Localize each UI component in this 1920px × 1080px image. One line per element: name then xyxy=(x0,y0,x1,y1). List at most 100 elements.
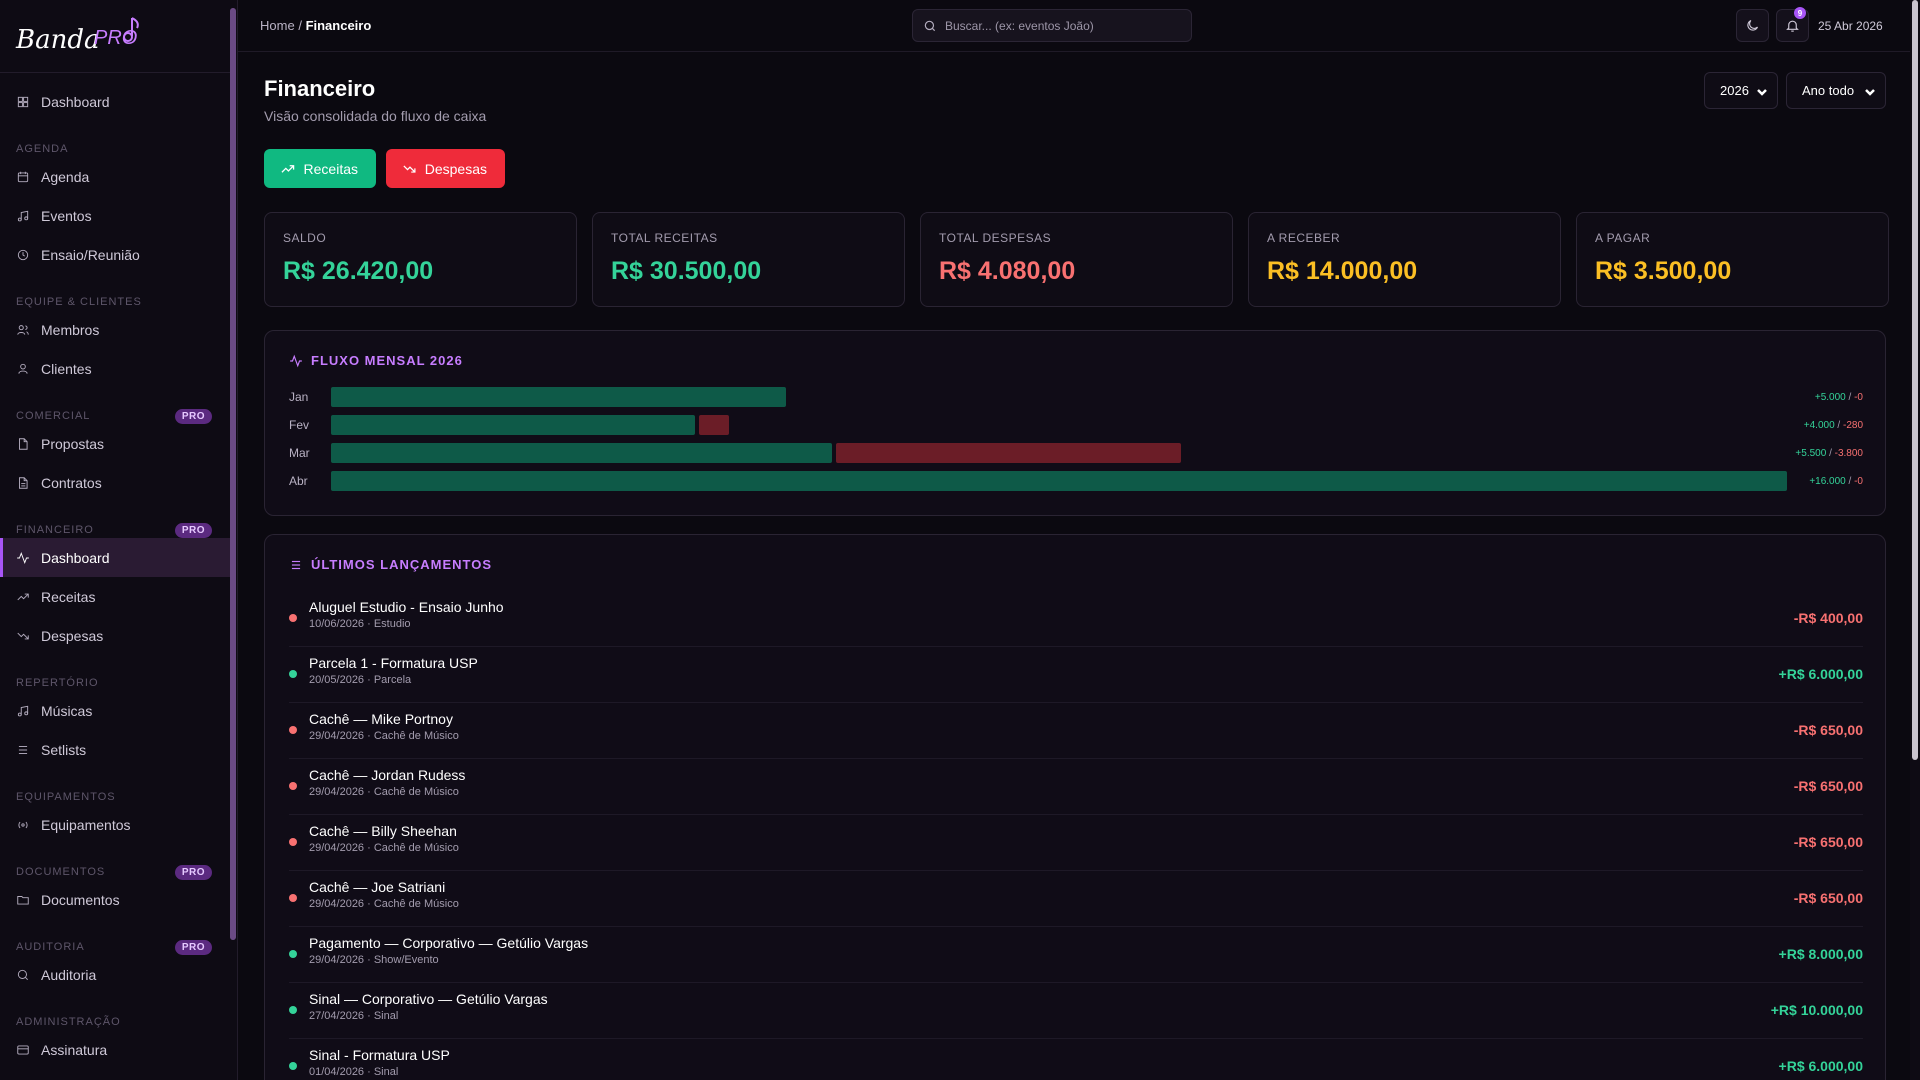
transaction-row[interactable]: Cachê — Billy Sheehan 29/04/2026 · Cachê … xyxy=(289,815,1863,871)
flow-income-value: +5.000 xyxy=(1814,392,1846,403)
card-label: A PAGAR xyxy=(1595,231,1651,245)
folder-icon xyxy=(16,893,30,907)
status-dot xyxy=(289,1006,297,1014)
transaction-amount: -R$ 650,00 xyxy=(1793,834,1863,850)
receitas-button[interactable]: Receitas xyxy=(264,149,376,188)
sidebar-item-setlists[interactable]: Setlists xyxy=(0,730,230,769)
sidebar-item-agenda[interactable]: Agenda xyxy=(0,157,230,196)
sidebar-item-equipamentos[interactable]: Equipamentos xyxy=(0,805,230,844)
sidebar-item-eventos[interactable]: Eventos xyxy=(0,196,230,235)
nav-section-label: DOCUMENTOS xyxy=(16,866,106,878)
flow-expense-value: -0 xyxy=(1854,392,1863,403)
sidebar-item-despesas[interactable]: Despesas xyxy=(0,616,230,655)
nav-section-equipe-clientes: EQUIPE & CLIENTES xyxy=(0,274,230,310)
transaction-description: Cachê — Mike Portnoy xyxy=(309,711,453,727)
transaction-row[interactable]: Pagamento — Corporativo — Getúlio Vargas… xyxy=(289,927,1863,983)
sidebar-item-label: Agenda xyxy=(41,168,90,185)
flow-values: +5.000 / -0 xyxy=(1815,392,1863,403)
sidebar-scrollbar[interactable] xyxy=(230,8,236,940)
sidebar-item-assinatura[interactable]: Assinatura xyxy=(0,1030,230,1069)
status-dot xyxy=(289,782,297,790)
sidebar-item-auditoria[interactable]: Auditoria xyxy=(0,955,230,994)
transaction-row[interactable]: Aluguel Estudio - Ensaio Junho 10/06/2026… xyxy=(289,591,1863,647)
nav-section-administracao: ADMINISTRAÇÃO xyxy=(0,994,230,1030)
sidebar-item-dashboard[interactable]: Dashboard xyxy=(0,82,230,121)
trending-down-icon xyxy=(16,629,30,643)
transaction-amount: -R$ 650,00 xyxy=(1793,890,1863,906)
search-input[interactable] xyxy=(945,18,1165,33)
status-dot xyxy=(289,670,297,678)
flow-expense-value: -3.800 xyxy=(1834,448,1863,459)
nav-section-label: REPERTÓRIO xyxy=(16,677,99,689)
sidebar-item-receitas[interactable]: Receitas xyxy=(0,577,230,616)
sidebar-item-label: Assinatura xyxy=(41,1041,108,1058)
users-icon xyxy=(16,323,30,337)
transaction-row[interactable]: Sinal — Corporativo — Getúlio Vargas 27/0… xyxy=(289,983,1863,1039)
transaction-row[interactable]: Cachê — Jordan Rudess 29/04/2026 · Cachê … xyxy=(289,759,1863,815)
transaction-row[interactable]: Cachê — Joe Satriani 29/04/2026 · Cachê d… xyxy=(289,871,1863,927)
search-box[interactable] xyxy=(912,9,1192,42)
transaction-meta: 27/04/2026 · Sinal xyxy=(309,1010,399,1022)
transaction-amount: -R$ 650,00 xyxy=(1793,722,1863,738)
transaction-amount: +R$ 8.000,00 xyxy=(1778,946,1863,962)
despesas-button[interactable]: Despesas xyxy=(386,149,505,188)
status-dot xyxy=(289,1062,297,1070)
flow-bar-expense xyxy=(835,443,1182,463)
page-scrollbar[interactable] xyxy=(1910,0,1920,1080)
sidebar-item-label: Documentos xyxy=(41,891,120,908)
sidebar-item-label: Receitas xyxy=(41,588,96,605)
transaction-description: Cachê — Joe Satriani xyxy=(309,879,446,895)
card-label: SALDO xyxy=(283,231,327,245)
notifications-button[interactable]: 9 xyxy=(1776,7,1809,42)
nav-section-label: AUDITORIA xyxy=(16,941,85,953)
status-dot xyxy=(289,894,297,902)
sidebar-scrollbar-thumb[interactable] xyxy=(230,8,236,940)
period-select[interactable]: Ano todo xyxy=(1786,72,1886,109)
page-scrollbar-thumb[interactable] xyxy=(1912,0,1918,760)
list-icon xyxy=(291,560,301,569)
flow-month-label: Mar xyxy=(289,446,310,460)
transaction-row[interactable]: Cachê — Mike Portnoy 29/04/2026 · Cachê d… xyxy=(289,703,1863,759)
activity-icon xyxy=(290,354,302,367)
flow-separator: / xyxy=(1826,448,1835,459)
transaction-row[interactable]: Sinal - Formatura USP 01/04/2026 · Sinal +… xyxy=(289,1039,1863,1080)
sidebar-item-dashboard[interactable]: Dashboard xyxy=(0,538,230,577)
sidebar-item-musicas[interactable]: Músicas xyxy=(0,691,230,730)
flow-bar-expense xyxy=(699,415,729,435)
breadcrumb-home[interactable]: Home xyxy=(260,18,295,33)
card-value: R$ 3.500,00 xyxy=(1595,257,1732,285)
card-label: TOTAL DESPESAS xyxy=(939,231,1052,245)
transaction-row[interactable]: Parcela 1 - Formatura USP 20/05/2026 · Pa… xyxy=(289,647,1863,703)
flow-income-value: +16.000 xyxy=(1809,476,1846,487)
nav-section-label: EQUIPE & CLIENTES xyxy=(16,296,142,308)
chevron-down-icon xyxy=(1865,85,1875,96)
transaction-meta: 29/04/2026 · Cachê de Músico xyxy=(309,842,459,854)
list-icon xyxy=(16,743,30,757)
card-value: R$ 30.500,00 xyxy=(611,257,762,285)
breadcrumb-current: Financeiro xyxy=(305,18,372,33)
trending-up-icon xyxy=(281,164,295,173)
card-value: R$ 4.080,00 xyxy=(939,257,1076,285)
nav-section-label: FINANCEIRO xyxy=(16,524,94,536)
year-select[interactable]: 2026 xyxy=(1704,72,1778,109)
music-note-icon xyxy=(16,704,30,718)
nav-section-label: AGENDA xyxy=(16,143,69,155)
nav-section-documentos: DOCUMENTOS PRO xyxy=(0,844,230,880)
sidebar-item-configuracoes[interactable]: Configurações xyxy=(0,1069,230,1080)
sidebar-item-documentos[interactable]: Documentos xyxy=(0,880,230,919)
flow-bar-income xyxy=(331,387,786,407)
transaction-description: Pagamento — Corporativo — Getúlio Vargas xyxy=(309,935,589,951)
sidebar-item-propostas[interactable]: Propostas xyxy=(0,424,230,463)
transaction-amount: -R$ 400,00 xyxy=(1793,610,1863,626)
sidebar-item-contratos[interactable]: Contratos xyxy=(0,463,230,502)
nav-section-label: ADMINISTRAÇÃO xyxy=(16,1016,121,1028)
sidebar-item-label: Eventos xyxy=(41,207,92,224)
sidebar-item-membros[interactable]: Membros xyxy=(0,310,230,349)
file-text-icon xyxy=(16,476,30,490)
radio-icon xyxy=(16,818,30,832)
flow-month-label: Jan xyxy=(289,390,309,404)
sidebar-item-ensaio-reuniao[interactable]: Ensaio/Reunião xyxy=(0,235,230,274)
logo[interactable]: Banda PRO xyxy=(14,14,144,58)
theme-toggle-button[interactable] xyxy=(1736,9,1769,42)
sidebar-item-clientes[interactable]: Clientes xyxy=(0,349,230,388)
